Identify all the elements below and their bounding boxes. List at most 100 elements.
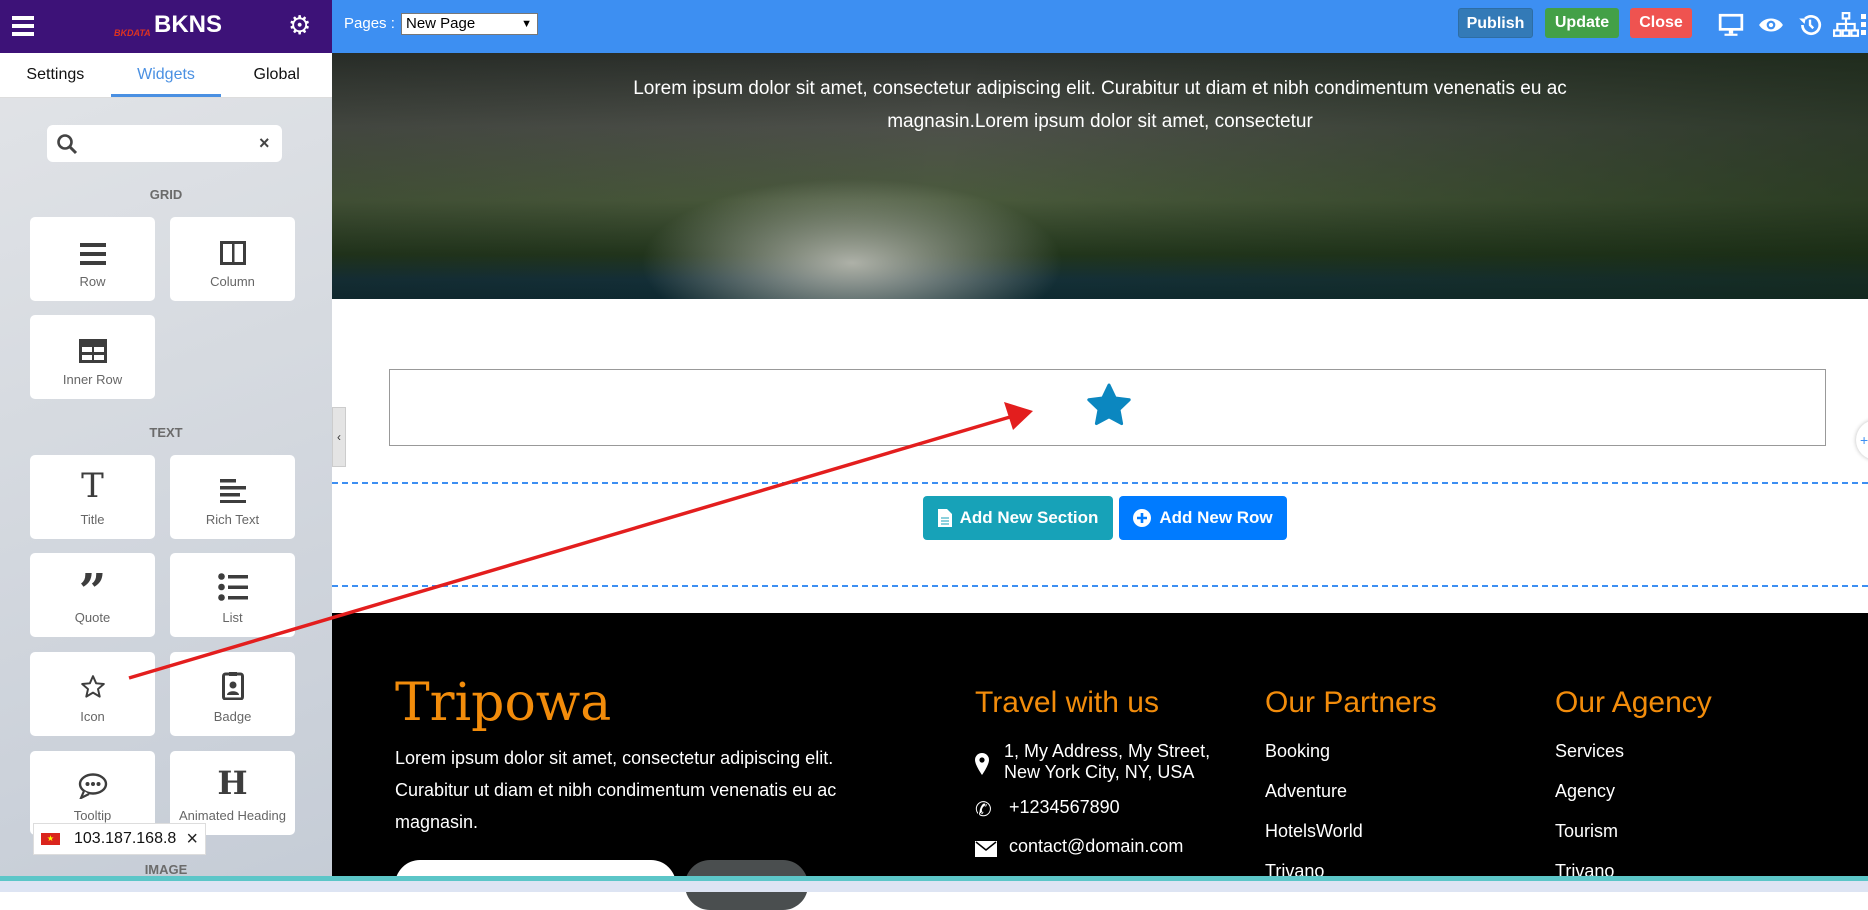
- widget-row[interactable]: Row: [30, 217, 155, 301]
- bkdata-logo: BKDATA: [114, 28, 151, 38]
- publish-button[interactable]: Publish: [1458, 8, 1533, 38]
- partner-link[interactable]: Booking: [1265, 741, 1330, 762]
- widget-rich-text[interactable]: Rich Text: [170, 455, 295, 539]
- agency-heading: Our Agency: [1555, 686, 1712, 719]
- widget-label: Icon: [80, 709, 105, 724]
- hamburger-menu-icon[interactable]: [12, 16, 34, 36]
- widget-label: Quote: [74, 610, 111, 625]
- hero-text-line: magnasin.Lorem ipsum dolor sit amet, con…: [887, 111, 1313, 132]
- widget-title[interactable]: T Title: [30, 455, 155, 539]
- tab-widgets[interactable]: Widgets: [110, 53, 222, 97]
- page-select[interactable]: New Page ▼: [401, 13, 538, 35]
- partners-heading: Our Partners: [1265, 686, 1437, 719]
- widget-label: Column: [210, 274, 255, 289]
- widget-label: Rich Text: [205, 512, 260, 527]
- footer-brand: Tripowa: [395, 673, 612, 733]
- ip-address: 103.187.168.8: [74, 830, 177, 847]
- page-select-value: New Page: [406, 15, 476, 32]
- map-marker-icon: [975, 753, 989, 775]
- close-button[interactable]: Close: [1630, 8, 1692, 38]
- tab-global[interactable]: Global: [221, 53, 332, 97]
- chevron-down-icon: ▼: [521, 18, 532, 30]
- search-input[interactable]: [83, 129, 243, 158]
- file-icon: [937, 509, 952, 527]
- sitemap-icon[interactable]: [1833, 12, 1859, 38]
- footer-desc-line: Curabitur ut diam et nibh condimentum ve…: [395, 780, 837, 800]
- align-left-icon: [219, 479, 246, 503]
- travel-heading: Travel with us: [975, 686, 1159, 719]
- agency-link[interactable]: Tourism: [1555, 821, 1618, 842]
- table-icon: [78, 339, 107, 363]
- widget-label: List: [222, 610, 243, 625]
- partner-link[interactable]: HotelsWorld: [1265, 821, 1363, 842]
- list-icon: [217, 573, 248, 601]
- phone-number: +1234567890: [1009, 797, 1120, 817]
- icon-widget-box[interactable]: [389, 369, 1826, 446]
- comment-icon: [78, 773, 107, 799]
- search-icon: [57, 134, 78, 155]
- widget-sidebar: BKDATA BKNS ⚙ Settings Widgets Global × …: [0, 0, 332, 892]
- sidebar-tabs: Settings Widgets Global: [0, 53, 332, 98]
- desktop-icon[interactable]: [1718, 12, 1744, 38]
- collapse-sidebar-button[interactable]: ‹: [332, 407, 346, 467]
- add-new-row-button[interactable]: Add New Row: [1119, 496, 1287, 540]
- more-vertical-icon[interactable]: [1861, 14, 1866, 38]
- widget-label: Inner Row: [62, 372, 123, 387]
- footer-desc-line: magnasin.: [395, 812, 479, 832]
- agency-link[interactable]: Agency: [1555, 781, 1615, 802]
- star-icon: [1087, 383, 1131, 426]
- phone-icon: ✆: [975, 799, 992, 821]
- columns-icon: [219, 241, 246, 265]
- add-row-label: Add New Row: [1159, 508, 1273, 527]
- widget-label: Badge: [213, 709, 252, 724]
- hero-text-line: Lorem ipsum dolor sit amet, consectetur …: [633, 78, 1567, 99]
- title-icon: T: [81, 466, 104, 506]
- gear-icon[interactable]: ⚙: [288, 12, 311, 38]
- footer-desc-line: Lorem ipsum dolor sit amet, consectetur …: [395, 748, 834, 768]
- quote-icon: ”: [78, 564, 107, 620]
- widget-icon[interactable]: Icon: [30, 652, 155, 736]
- add-handle-button[interactable]: +: [1856, 420, 1868, 460]
- widget-badge[interactable]: Badge: [170, 652, 295, 736]
- add-section-label: Add New Section: [959, 508, 1099, 527]
- widget-label: Animated Heading: [179, 808, 286, 823]
- tab-settings[interactable]: Settings: [0, 53, 111, 97]
- address-line: New York City, NY, USA: [1004, 762, 1195, 782]
- hero-section: Lorem ipsum dolor sit amet, consectetur …: [332, 53, 1868, 299]
- footer: Tripowa Lorem ipsum dolor sit amet, cons…: [332, 613, 1868, 910]
- widget-column[interactable]: Column: [170, 217, 295, 301]
- widget-inner-row[interactable]: Inner Row: [30, 315, 155, 399]
- section-label-image: IMAGE: [144, 862, 188, 877]
- envelope-icon: [975, 841, 997, 857]
- update-button[interactable]: Update: [1545, 8, 1619, 38]
- sidebar-header: BKDATA BKNS ⚙: [0, 0, 332, 53]
- eye-icon[interactable]: [1758, 12, 1784, 38]
- vietnam-flag-icon: ★: [41, 833, 60, 845]
- badge-icon: [221, 672, 244, 700]
- widget-quote[interactable]: ” Quote: [30, 553, 155, 637]
- plus-circle-icon: [1133, 509, 1152, 527]
- top-toolbar: Pages : New Page ▼ Publish Update Close: [332, 0, 1868, 53]
- clear-search-icon[interactable]: ×: [259, 133, 270, 154]
- ip-popup: ★ 103.187.168.8 ×: [33, 823, 206, 855]
- star-outline-icon: [80, 675, 105, 698]
- bars-icon: [79, 243, 106, 265]
- add-section-area: Add New Section Add New Row: [332, 482, 1868, 587]
- widget-label: Tooltip: [73, 808, 112, 823]
- bottom-strip: [0, 881, 1868, 892]
- agency-link[interactable]: Services: [1555, 741, 1624, 762]
- close-icon[interactable]: ×: [186, 828, 198, 851]
- brand-name: BKNS: [154, 11, 223, 38]
- section-label-grid: GRID: [149, 187, 183, 202]
- widget-list[interactable]: List: [170, 553, 295, 637]
- heading-icon: H: [217, 764, 248, 802]
- widget-search: ×: [47, 125, 282, 162]
- add-new-section-button[interactable]: Add New Section: [923, 496, 1113, 540]
- widget-label: Row: [79, 274, 106, 289]
- partner-link[interactable]: Adventure: [1265, 781, 1347, 802]
- history-icon[interactable]: [1797, 12, 1823, 38]
- address-line: 1, My Address, My Street,: [1004, 741, 1211, 761]
- email-address: contact@domain.com: [1009, 836, 1184, 856]
- section-label-text: TEXT: [149, 425, 183, 440]
- widget-label: Title: [80, 512, 105, 527]
